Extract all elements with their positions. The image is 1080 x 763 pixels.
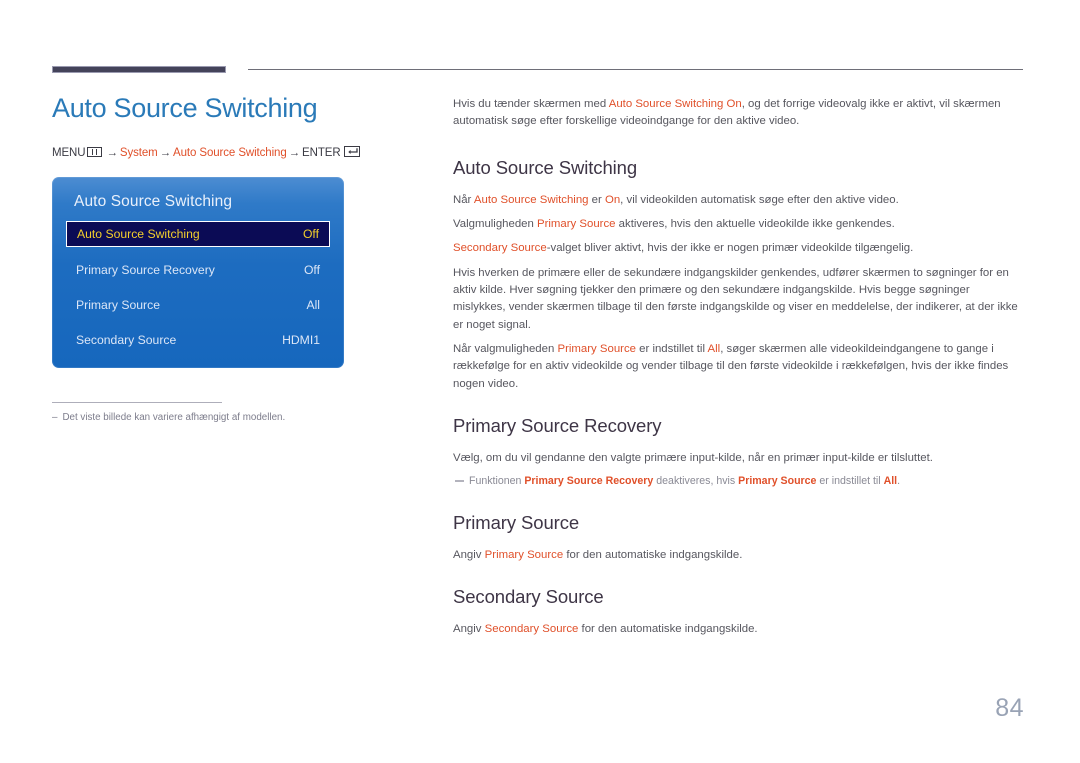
term-primary-source: Primary Source	[738, 475, 817, 488]
osd-menu-preview: Auto Source Switching Auto Source Switch…	[52, 177, 344, 369]
manual-page: Auto Source Switching MENU → System → Auto S…	[0, 0, 1080, 763]
text-fragment: deaktiveres, hvis	[653, 475, 739, 488]
menu-path-breadcrumb: MENU → System → Auto Source Switching → ENTER	[52, 146, 412, 159]
term-primary-source: Primary Source	[557, 342, 636, 355]
menu-grid-icon	[87, 147, 103, 158]
paragraph-secondary-source: Angiv Secondary Source for den automatis…	[453, 621, 1025, 638]
intro-text-a: Hvis du tænder skærmen med	[453, 98, 609, 110]
footnote-dash: –	[52, 412, 58, 424]
text-fragment: Angiv	[453, 549, 485, 562]
term-secondary-source: Secondary Source	[484, 623, 579, 636]
osd-row-value: HDMI1	[282, 333, 320, 348]
left-column: Auto Source Switching MENU → System → Auto S…	[52, 92, 412, 423]
term-on: On	[604, 193, 621, 206]
text-fragment: -valget bliver aktivt, hvis der ikke er …	[546, 242, 914, 255]
osd-row-label: Secondary Source	[76, 333, 177, 348]
breadcrumb-arrow-1: →	[106, 147, 118, 160]
osd-row-value: Off	[302, 227, 319, 242]
term-primary-source: Primary Source	[537, 217, 616, 230]
osd-row-primary-source-recovery[interactable]: Primary Source Recovery Off	[66, 258, 330, 282]
section-heading-primary-source-recovery: Primary Source Recovery	[453, 414, 662, 436]
text-fragment: er	[588, 193, 605, 206]
term-primary-source-recovery: Primary Source Recovery	[524, 475, 654, 488]
text-fragment: er indstillet til	[635, 342, 708, 355]
paragraph-primary-source-recovery: Vælg, om du vil gendanne den valgte prim…	[453, 451, 933, 464]
paragraph-auto-source-on: Når Auto Source Switching er On, vil vid…	[453, 192, 1025, 209]
text-fragment: Når	[453, 193, 474, 206]
intro-highlight: Auto Source Switching On	[608, 98, 742, 110]
paragraph-dual-search-behaviour: Hvis hverken de primære eller de sekundæ…	[453, 266, 1018, 331]
footnote-label: Det viste billede kan variere afhængigt …	[62, 412, 286, 424]
osd-row-value: All	[306, 298, 320, 313]
text-fragment: Angiv	[453, 623, 485, 636]
osd-row-label: Primary Source	[76, 298, 160, 313]
term-secondary-source: Secondary Source	[453, 242, 547, 255]
breadcrumb-arrow-2: →	[159, 147, 172, 160]
left-footnote: – Det viste billede kan variere afhængigt…	[52, 402, 285, 424]
header-rule-thin	[248, 69, 1023, 70]
term-all: All	[883, 475, 898, 488]
note-dash-icon	[455, 480, 464, 482]
header-rule-thick	[52, 66, 226, 73]
osd-row-auto-source-switching[interactable]: Auto Source Switching Off	[66, 221, 330, 248]
paragraph-primary-source-activation: Valgmuligheden Primary Source aktiveres,…	[453, 216, 1025, 233]
text-fragment: , vil videokilden automatisk søge efter …	[620, 193, 899, 206]
breadcrumb-enter-label: ENTER	[302, 147, 341, 160]
note-primary-source-recovery: Funktionen Primary Source Recovery deakt…	[453, 474, 1025, 490]
breadcrumb-arrow-3: →	[288, 147, 301, 160]
footnote-divider	[52, 402, 222, 404]
breadcrumb-menu-label: MENU	[52, 147, 86, 160]
text-fragment: .	[897, 475, 901, 488]
text-fragment: er indstillet til	[816, 475, 884, 488]
section-heading-auto-source-switching: Auto Source Switching	[453, 156, 638, 178]
osd-row-primary-source[interactable]: Primary Source All	[66, 293, 330, 317]
osd-row-label: Auto Source Switching	[77, 227, 200, 242]
text-fragment: Valgmuligheden	[453, 217, 538, 230]
page-title: Auto Source Switching	[52, 93, 318, 123]
right-column: Hvis du tænder skærmen med Auto Source S…	[453, 96, 1025, 650]
osd-row-label: Primary Source Recovery	[76, 263, 215, 278]
paragraph-all-setting-behaviour: Når valgmuligheden Primary Source er ind…	[453, 341, 1025, 393]
term-auto-source-switching: Auto Source Switching	[473, 193, 589, 206]
term-primary-source: Primary Source	[484, 549, 564, 562]
enter-key-icon	[343, 146, 360, 158]
section-heading-secondary-source: Secondary Source	[453, 586, 604, 608]
intro-paragraph: Hvis du tænder skærmen med Auto Source S…	[453, 96, 1025, 131]
text-fragment: Funktionen	[469, 475, 525, 488]
osd-row-secondary-source[interactable]: Secondary Source HDMI1	[66, 328, 330, 352]
term-all: All	[707, 342, 721, 355]
text-fragment: for den automatiske indgangskilde.	[578, 623, 758, 636]
text-fragment: aktiveres, hvis den aktuelle videokilde …	[615, 217, 895, 230]
footnote-text: – Det viste billede kan variere afhængigt…	[52, 412, 285, 424]
osd-row-value: Off	[303, 263, 320, 278]
page-number: 84	[995, 694, 1024, 722]
text-fragment: Når valgmuligheden	[453, 342, 558, 355]
paragraph-secondary-source-activation: Secondary Source-valget bliver aktivt, h…	[453, 240, 1025, 257]
osd-row-list: Auto Source Switching Off Primary Source…	[52, 221, 344, 352]
osd-title: Auto Source Switching	[74, 193, 233, 211]
breadcrumb-item-auto-source-switching[interactable]: Auto Source Switching	[173, 147, 287, 159]
breadcrumb-item-system[interactable]: System	[120, 147, 158, 159]
paragraph-primary-source: Angiv Primary Source for den automatiske…	[453, 547, 1025, 564]
section-heading-primary-source: Primary Source	[453, 512, 580, 534]
text-fragment: for den automatiske indgangskilde.	[563, 549, 743, 562]
